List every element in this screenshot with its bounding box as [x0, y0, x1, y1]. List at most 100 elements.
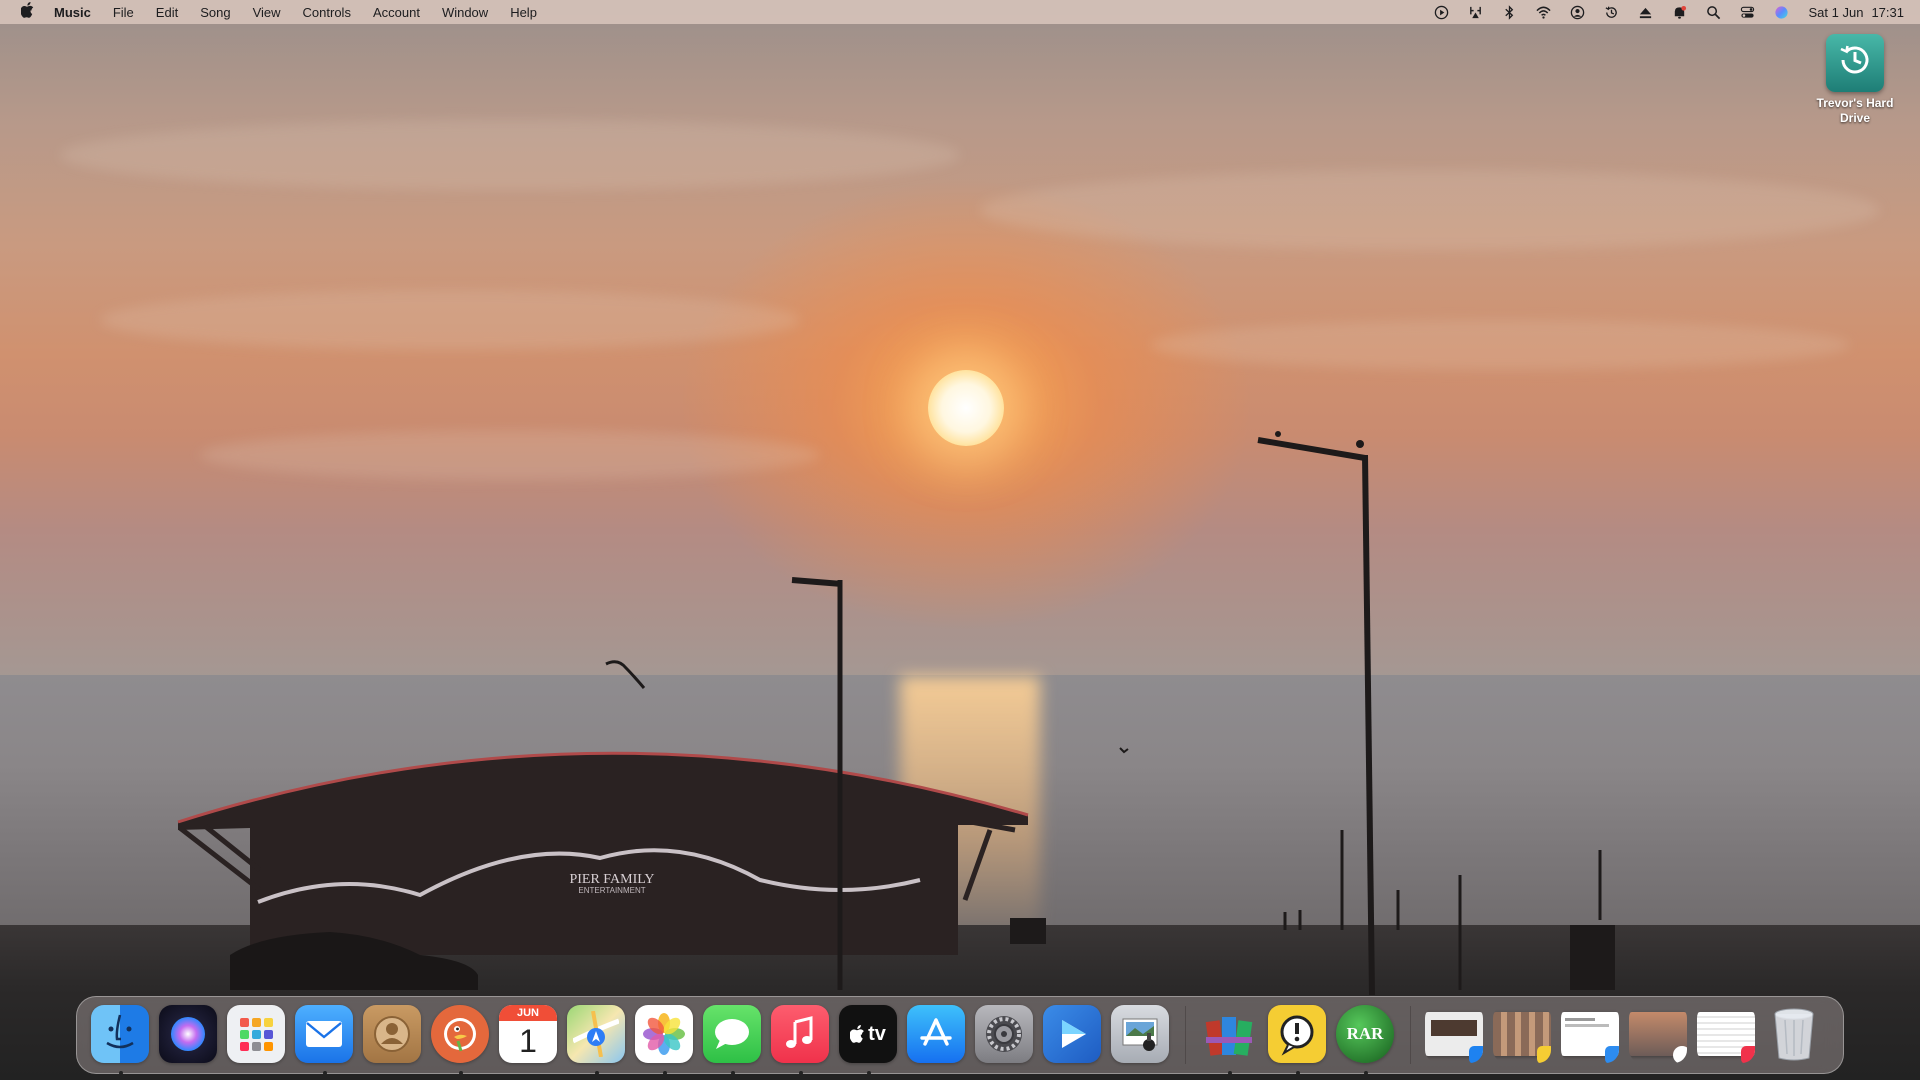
window-thumbnail-icon [1425, 1005, 1483, 1063]
running-indicator [799, 1071, 803, 1075]
pier-silhouette: PIER FAMILY ENTERTAINMENT [177, 431, 1615, 996]
dock-launchpad[interactable] [227, 1005, 287, 1065]
dock-preview[interactable] [1111, 1005, 1171, 1065]
photos-badge-icon [1673, 1046, 1687, 1063]
music-badge-icon [1741, 1046, 1755, 1063]
user-icon[interactable] [1568, 4, 1588, 20]
system-settings-icon [975, 1005, 1033, 1063]
launchpad-icon [227, 1005, 285, 1063]
apple-logo-icon [850, 1025, 864, 1043]
books-archive-icon [1200, 1005, 1258, 1063]
running-indicator [1228, 1071, 1232, 1075]
dock-infuse[interactable] [1043, 1005, 1103, 1065]
dock-separator [1185, 1006, 1186, 1064]
tv-label: tv [868, 1022, 886, 1045]
menu-account[interactable]: Account [362, 5, 431, 20]
time-machine-drive-icon [1826, 34, 1884, 92]
siri-icon[interactable] [1772, 4, 1792, 20]
menu-file[interactable]: File [102, 5, 145, 20]
dock-music[interactable] [771, 1005, 831, 1075]
dock-minimized-window[interactable] [1493, 1005, 1553, 1065]
running-indicator [323, 1071, 327, 1075]
menu-help[interactable]: Help [499, 5, 548, 20]
running-indicator [867, 1071, 871, 1075]
window-thumbnail-icon [1561, 1005, 1619, 1063]
menu-controls[interactable]: Controls [292, 5, 362, 20]
running-indicator [663, 1071, 667, 1075]
trash-icon [1765, 1005, 1823, 1063]
console-icon [1268, 1005, 1326, 1063]
window-thumbnail-icon [1629, 1005, 1687, 1063]
menu-bar: Music File Edit Song View Controls Accou… [0, 0, 1920, 24]
finder-icon [91, 1005, 149, 1063]
calendar-icon: JUN 1 [499, 1005, 557, 1063]
dock-calendar[interactable]: JUN 1 [499, 1005, 559, 1065]
contacts-icon [363, 1005, 421, 1063]
menu-app-music[interactable]: Music [52, 5, 102, 20]
menu-view[interactable]: View [242, 5, 292, 20]
eject-icon[interactable] [1636, 4, 1656, 20]
dock-rar-extractor[interactable] [1200, 1005, 1260, 1075]
dock-siri[interactable] [159, 1005, 219, 1065]
dock-finder[interactable] [91, 1005, 151, 1075]
running-indicator [1364, 1071, 1368, 1075]
search-icon[interactable] [1704, 4, 1724, 20]
window-thumbnail-icon [1697, 1005, 1755, 1063]
building-sign: PIER FAMILY [569, 872, 654, 887]
dock-tv[interactable]: tv [839, 1005, 899, 1075]
notification-icon[interactable] [1670, 4, 1690, 20]
apple-icon[interactable] [18, 2, 38, 22]
dock-app-store[interactable] [907, 1005, 967, 1065]
photos-icon [635, 1005, 693, 1063]
bluetooth-icon[interactable] [1500, 4, 1520, 20]
dock-maps[interactable] [567, 1005, 627, 1075]
dock-duckduckgo[interactable] [431, 1005, 491, 1075]
running-indicator [459, 1071, 463, 1075]
messages-icon [703, 1005, 761, 1063]
menu-window[interactable]: Window [431, 5, 499, 20]
rar-globe-icon: RAR [1336, 1005, 1394, 1063]
running-indicator [595, 1071, 599, 1075]
console-badge-icon [1537, 1046, 1551, 1063]
running-indicator [1296, 1071, 1300, 1075]
music-icon [771, 1005, 829, 1063]
airplay-icon[interactable] [1466, 4, 1486, 20]
calendar-month: JUN [499, 1005, 557, 1021]
infuse-icon [1043, 1005, 1101, 1063]
building-subsign: ENTERTAINMENT [578, 886, 645, 895]
tv-icon: tv [839, 1005, 897, 1063]
preview-icon [1111, 1005, 1169, 1063]
clock-date: Sat 1 Jun [1808, 4, 1864, 20]
dock-minimized-window[interactable] [1425, 1005, 1485, 1065]
dock-minimized-window[interactable] [1561, 1005, 1621, 1065]
time-machine-icon[interactable] [1602, 4, 1622, 20]
menu-edit[interactable]: Edit [145, 5, 189, 20]
duckduckgo-icon [431, 1005, 489, 1063]
clock-time: 17:31 [1871, 4, 1904, 20]
dock-trash[interactable] [1765, 1005, 1825, 1065]
dock: JUN 1 tv RAR [76, 996, 1844, 1075]
dock-minimized-window[interactable] [1629, 1005, 1689, 1065]
dock-console[interactable] [1268, 1005, 1328, 1075]
control-center-icon[interactable] [1738, 4, 1758, 20]
mail-badge-icon [1605, 1046, 1619, 1063]
app-store-icon [907, 1005, 965, 1063]
siri-app-icon [159, 1005, 217, 1063]
dock-messages[interactable] [703, 1005, 763, 1075]
dock-separator [1410, 1006, 1411, 1064]
rar-label: RAR [1346, 1024, 1384, 1043]
desktop-icon-hard-drive[interactable]: Trevor's Hard Drive [1800, 34, 1910, 126]
play-circle-icon[interactable] [1432, 4, 1452, 20]
dock-contacts[interactable] [363, 1005, 423, 1065]
calendar-day: 1 [519, 1023, 537, 1059]
dock-minimized-window[interactable] [1697, 1005, 1757, 1065]
dock-rar-expander[interactable]: RAR [1336, 1005, 1396, 1075]
wifi-icon[interactable] [1534, 4, 1554, 20]
dock-system-settings[interactable] [975, 1005, 1035, 1065]
menu-clock[interactable]: Sat 1 Jun 17:31 [1809, 5, 1904, 20]
dock-photos[interactable] [635, 1005, 695, 1075]
app-store-badge-icon [1469, 1046, 1483, 1063]
menu-song[interactable]: Song [189, 5, 241, 20]
dock-mail[interactable] [295, 1005, 355, 1075]
running-indicator [119, 1071, 123, 1075]
